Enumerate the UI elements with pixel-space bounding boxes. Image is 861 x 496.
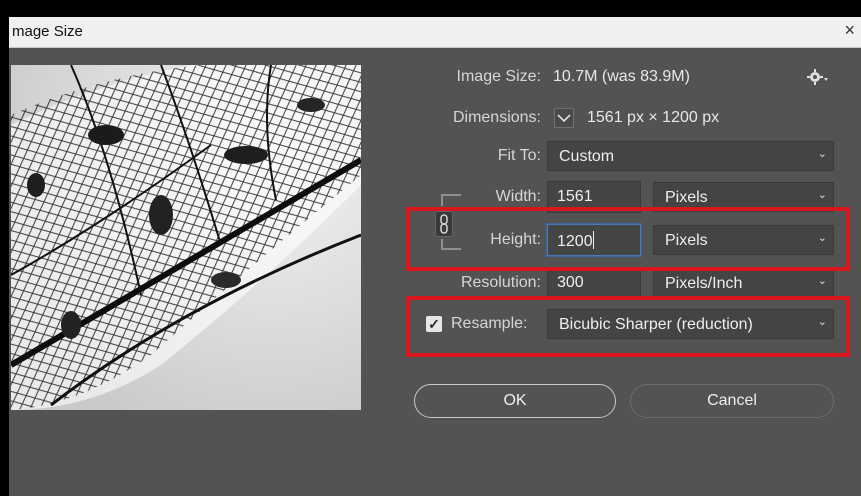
dimensions-label: Dimensions: — [452, 109, 541, 126]
width-input[interactable]: 1561 — [547, 181, 641, 213]
chevron-down-icon: ⌄ — [817, 232, 827, 244]
resample-method-value: Bicubic Sharper (reduction) — [559, 316, 753, 333]
dimensions-unit-dropdown[interactable] — [554, 108, 574, 128]
cancel-button[interactable]: Cancel — [630, 384, 834, 418]
title-bar: mage Size × — [9, 17, 861, 48]
height-unit-dropdown[interactable]: Pixels ⌄ — [653, 225, 834, 255]
chevron-down-icon: ⌄ — [817, 275, 827, 287]
image-size-dialog: mage Size × Image Size: 10.7M (was 83.9M… — [9, 17, 861, 496]
resolution-label: Resolution: — [460, 274, 541, 291]
height-label: Height: — [490, 231, 541, 248]
fit-to-label: Fit To: — [497, 147, 541, 164]
height-input[interactable]: 1200 — [547, 224, 641, 256]
fit-to-dropdown[interactable]: Custom ⌄ — [547, 141, 834, 171]
chevron-down-icon — [557, 114, 571, 123]
resample-label: Resample: — [451, 315, 528, 332]
resolution-unit-value: Pixels/Inch — [665, 275, 743, 292]
resolution-unit-dropdown[interactable]: Pixels/Inch ⌄ — [653, 268, 834, 298]
resample-method-dropdown[interactable]: Bicubic Sharper (reduction) ⌄ — [547, 309, 834, 339]
width-unit-dropdown[interactable]: Pixels ⌄ — [653, 182, 834, 212]
close-icon[interactable]: × — [844, 20, 855, 41]
width-label: Width: — [495, 188, 541, 205]
leaf-preview-image — [11, 65, 361, 410]
resample-checkbox[interactable]: ✓ — [426, 316, 442, 332]
width-unit-value: Pixels — [665, 189, 708, 206]
fit-to-value: Custom — [559, 148, 615, 165]
image-size-value: 10.7M (was 83.9M) — [553, 68, 690, 85]
gear-icon[interactable] — [806, 67, 830, 87]
height-value: 1200 — [557, 233, 593, 250]
resolution-input[interactable]: 300 — [547, 267, 641, 299]
height-unit-value: Pixels — [665, 232, 708, 249]
ok-button[interactable]: OK — [414, 384, 616, 418]
dialog-title: mage Size — [12, 23, 83, 40]
image-size-label: Image Size: — [456, 68, 541, 85]
text-cursor — [592, 231, 594, 249]
chevron-down-icon: ⌄ — [817, 148, 827, 160]
image-preview[interactable] — [11, 65, 361, 410]
dimensions-value: 1561 px × 1200 px — [587, 109, 720, 126]
chevron-down-icon: ⌄ — [817, 316, 827, 328]
chevron-down-icon: ⌄ — [817, 189, 827, 201]
